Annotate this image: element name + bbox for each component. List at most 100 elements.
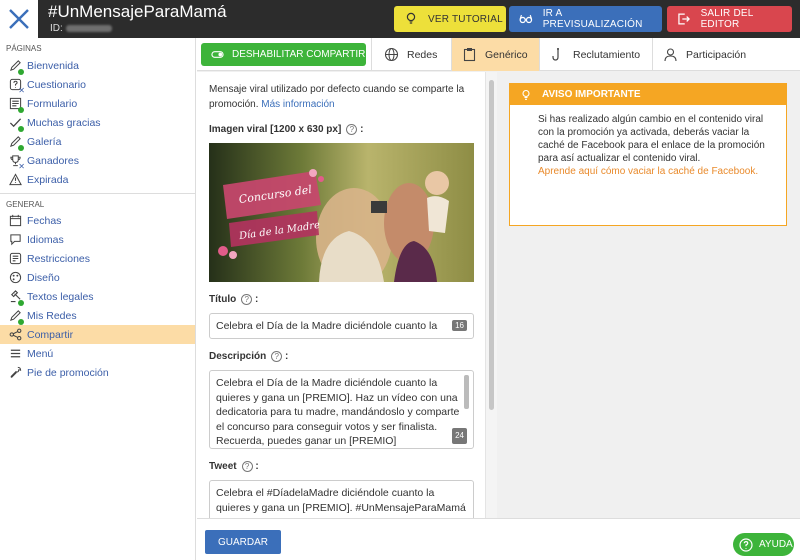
- lightbulb-icon: [406, 12, 416, 24]
- notice-header: AVISO IMPORTANTE: [510, 84, 786, 105]
- form-scrollbar-thumb[interactable]: [489, 80, 494, 410]
- tab-generico[interactable]: Genérico: [451, 38, 539, 71]
- warning-icon: [8, 173, 22, 187]
- status-dot: [18, 106, 24, 113]
- sidebar-item-compartir[interactable]: Compartir: [0, 325, 195, 344]
- promotion-id-label: ID:: [50, 23, 63, 34]
- tab-participacion[interactable]: Participación: [652, 38, 800, 71]
- sidebar-item-label: Cuestionario: [27, 78, 86, 91]
- general-section-title: GENERAL: [0, 193, 195, 211]
- gavel-icon: [8, 290, 24, 306]
- viral-image[interactable]: Concurso del Día de la Madre: [209, 143, 474, 282]
- status-dot: [18, 299, 24, 306]
- sidebar-item-cuestionario[interactable]: ✕ Cuestionario: [0, 75, 195, 94]
- status-dot: [18, 318, 24, 325]
- sidebar-item-textos-legales[interactable]: Textos legales: [0, 287, 195, 306]
- globe-icon: [384, 47, 399, 62]
- form-scrollbar[interactable]: [485, 72, 497, 518]
- speech-icon: [8, 233, 22, 247]
- sidebar-item-mis-redes[interactable]: Mis Redes: [0, 306, 195, 325]
- intro-text: Mensaje viral utilizado por defecto cuan…: [209, 82, 474, 112]
- more-info-link[interactable]: Más información: [261, 99, 334, 110]
- sidebar-item-galeria[interactable]: Galería: [0, 132, 195, 151]
- save-button[interactable]: GUARDAR: [205, 530, 281, 554]
- sidebar-item-label: Diseño: [27, 271, 60, 284]
- main-panel: DESHABILITAR COMPARTIR Redes Genérico Re…: [197, 38, 800, 560]
- tab-reclutamiento[interactable]: Reclutamiento: [539, 38, 652, 71]
- preview-button[interactable]: IR A PREVISUALIZACIÓN: [509, 6, 662, 32]
- help-button[interactable]: AYUDA: [733, 533, 794, 556]
- sidebar-item-label: Textos legales: [27, 290, 94, 303]
- sidebar-item-muchas-gracias[interactable]: Muchas gracias: [0, 113, 195, 132]
- important-notice: AVISO IMPORTANTE Si has realizado algún …: [509, 83, 787, 226]
- textarea-scrollbar[interactable]: [464, 375, 469, 409]
- description-label: Descripción? :: [209, 349, 485, 363]
- tutorial-button[interactable]: VER TUTORIAL: [394, 6, 506, 32]
- sidebar-item-label: Pie de promoción: [27, 366, 109, 379]
- disable-sharing-button[interactable]: DESHABILITAR COMPARTIR: [201, 43, 366, 66]
- disable-sharing-label: DESHABILITAR COMPARTIR: [232, 49, 366, 60]
- pencil-icon: [8, 59, 24, 75]
- title-label-text: Título: [209, 293, 237, 305]
- label-colon: :: [282, 350, 289, 362]
- sidebar-item-menu[interactable]: Menú: [0, 344, 195, 363]
- clear-cache-link[interactable]: Aprende aquí cómo vaciar la caché de Fac…: [538, 165, 774, 178]
- pencil-icon: [8, 135, 24, 151]
- palette-icon: [8, 271, 22, 285]
- help-icon[interactable]: ?: [241, 460, 253, 472]
- sidebar-item-fechas[interactable]: Fechas: [0, 211, 195, 230]
- tab-redes[interactable]: Redes: [371, 38, 451, 71]
- notice-title: AVISO IMPORTANTE: [542, 89, 641, 100]
- sidebar-item-label: Bienvenida: [27, 59, 79, 72]
- sidebar-item-bienvenida[interactable]: Bienvenida: [0, 56, 195, 75]
- sidebar-item-label: Muchas gracias: [27, 116, 101, 129]
- exit-editor-button[interactable]: SALIR DEL EDITOR: [667, 6, 792, 32]
- sliders-icon: [8, 252, 22, 266]
- viral-image-photo: Concurso del Día de la Madre: [209, 143, 474, 282]
- sidebar-item-label: Idiomas: [27, 233, 64, 246]
- sidebar-item-pie-de-promocion[interactable]: Pie de promoción: [0, 363, 195, 382]
- label-colon: :: [252, 293, 259, 305]
- share-icon: [8, 328, 22, 342]
- check-icon: [8, 116, 24, 132]
- sidebar-item-restricciones[interactable]: Restricciones: [0, 249, 195, 268]
- question-circle-icon: [739, 537, 753, 552]
- notice-text: Si has realizado algún cambio en el cont…: [538, 114, 765, 164]
- form-icon: [8, 97, 24, 113]
- promotion-title: #UnMensajeParaMamá: [48, 2, 227, 21]
- notice-body: Si has realizado algún cambio en el cont…: [510, 105, 786, 178]
- toggle-icon: [211, 51, 224, 58]
- help-icon[interactable]: ?: [271, 350, 283, 362]
- tabs-bar: DESHABILITAR COMPARTIR Redes Genérico Re…: [197, 38, 800, 71]
- form-footer: GUARDAR: [197, 518, 800, 560]
- sidebar-item-label: Restricciones: [27, 252, 91, 265]
- sidebar-item-expirada[interactable]: Expirada: [0, 170, 195, 189]
- description-textarea[interactable]: Celebra el Día de la Madre diciéndole cu…: [209, 370, 474, 449]
- exit-icon: [678, 13, 690, 25]
- sidebar-item-label: Galería: [27, 135, 62, 148]
- sidebar-item-label: Menú: [27, 347, 54, 360]
- close-editor-button[interactable]: [0, 0, 38, 38]
- sidebar-item-label: Fechas: [27, 214, 62, 227]
- title-label: Título? :: [209, 292, 485, 306]
- help-label: AYUDA: [759, 539, 793, 550]
- tweet-textarea[interactable]: Celebra el #DíadelaMadre diciéndole cuan…: [209, 480, 474, 518]
- pencil-icon: [8, 309, 24, 325]
- sidebar-item-formulario[interactable]: Formulario: [0, 94, 195, 113]
- glasses-icon: [519, 14, 533, 24]
- sidebar-item-label: Compartir: [27, 328, 74, 341]
- sidebar-item-label: Mis Redes: [27, 309, 77, 322]
- help-icon[interactable]: ?: [241, 293, 253, 305]
- tab-label: Participación: [686, 48, 747, 61]
- sidebar-item-diseno[interactable]: Diseño: [0, 268, 195, 287]
- title-input[interactable]: Celebra el Día de la Madre diciéndole cu…: [209, 313, 474, 339]
- status-dot: [18, 68, 24, 75]
- sidebar: PÁGINAS Bienvenida ✕ Cuestionario Formul…: [0, 38, 196, 560]
- label-colon: :: [357, 123, 364, 135]
- sidebar-item-idiomas[interactable]: Idiomas: [0, 230, 195, 249]
- sidebar-item-ganadores[interactable]: ✕ Ganadores: [0, 151, 195, 170]
- help-icon[interactable]: ?: [346, 123, 358, 135]
- sidebar-item-label: Ganadores: [27, 154, 79, 167]
- image-label: Imagen viral [1200 x 630 px]? :: [209, 122, 485, 136]
- sidebar-item-label: Expirada: [27, 173, 69, 186]
